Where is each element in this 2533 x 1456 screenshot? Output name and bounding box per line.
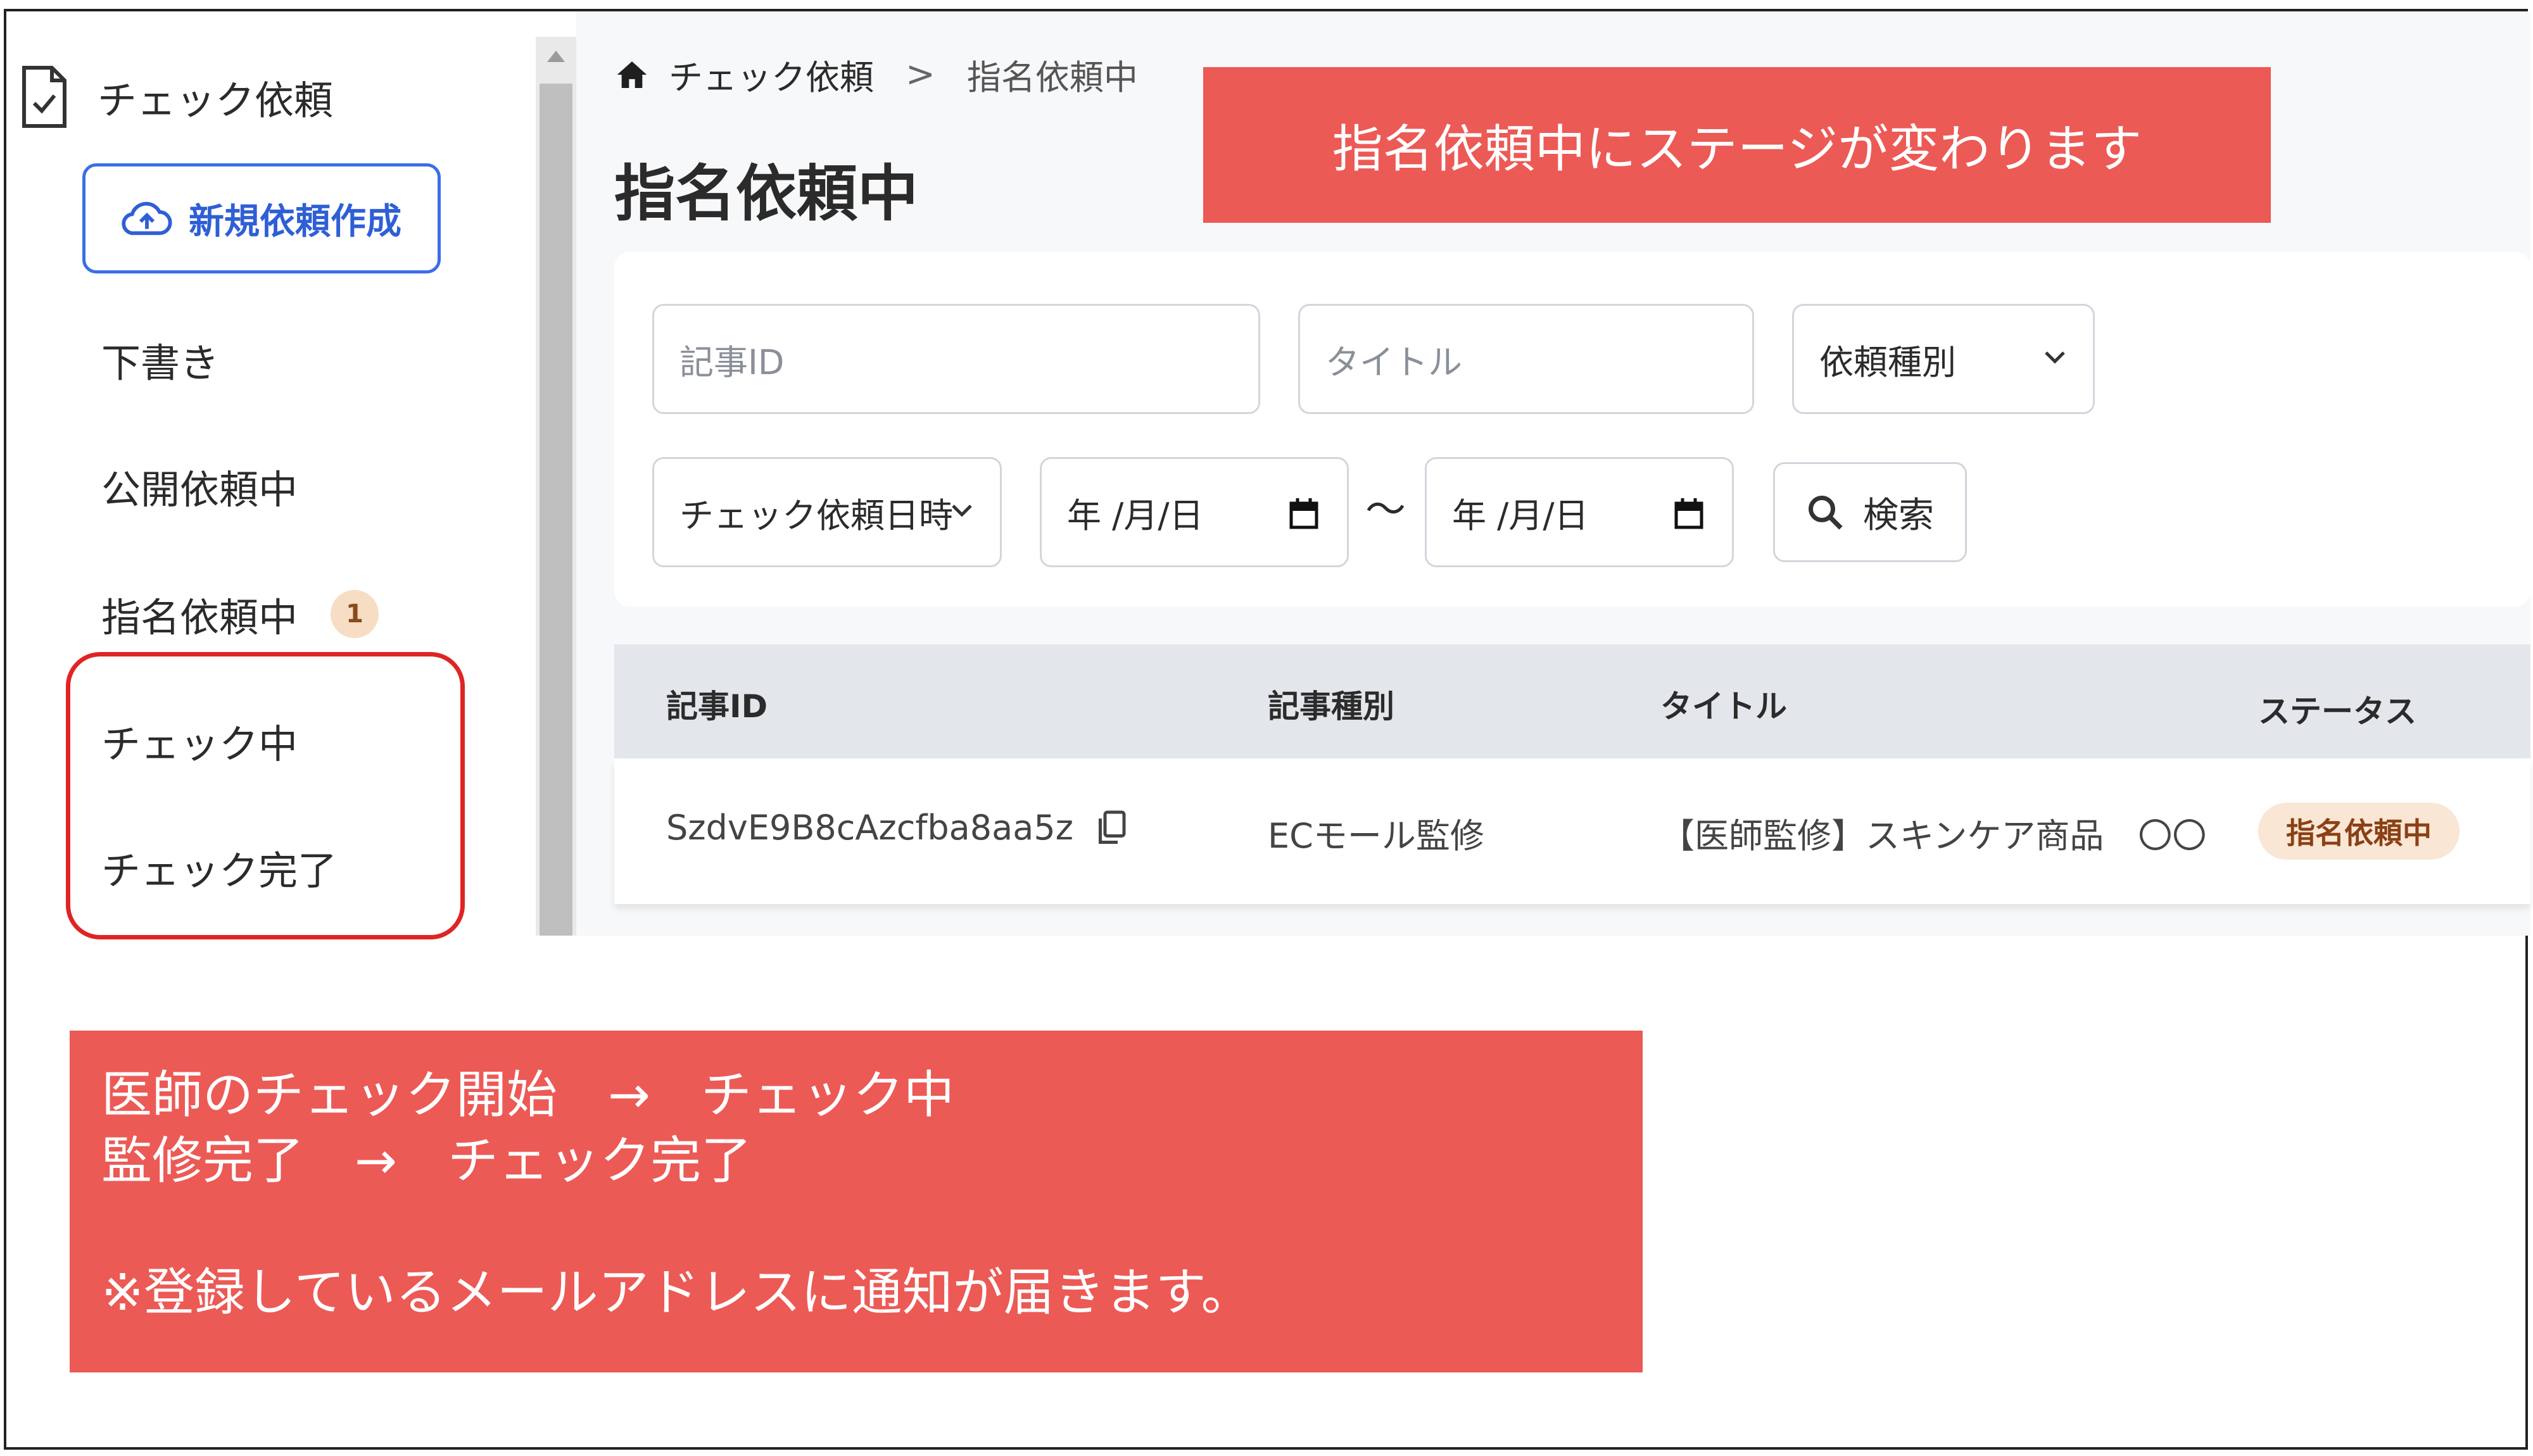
cell-article-id: SzdvE9B8cAzcfba8aa5z [666,808,1128,848]
column-header-status[interactable]: ステータス [2258,686,2416,732]
date-to-input[interactable]: 年 /月/日 [1425,457,1734,567]
sidebar-header-label: チェック依頼 [98,77,334,123]
sidebar-item-drafts[interactable]: 下書き [101,328,219,391]
breadcrumb-separator: > [906,54,935,95]
screenshot-frame: チェック依頼 新規依頼作成 下書き 公開依頼中 指名依頼中 1 チェック中 チェ… [4,9,2530,1450]
article-id-value: SzdvE9B8cAzcfba8aa5z [666,808,1074,848]
annotation-line: ※登録しているメールアドレスに通知が届きます。 [101,1263,1252,1322]
search-label: 検索 [1863,494,1934,536]
cell-title: 【医師監修】スキンケア商品 〇〇 [1660,808,2206,858]
document-check-icon [22,66,66,128]
annotation-line: 監修完了 → チェック完了 [101,1131,752,1190]
search-icon [1809,496,1843,530]
title-value: 【医師監修】スキンケア商品 〇〇 [1660,816,2207,856]
new-request-label: 新規依頼作成 [189,201,401,242]
breadcrumb: チェック依頼 > 指名依頼中 [614,49,1138,99]
cloud-upload-icon [122,201,172,235]
sidebar-header[interactable]: チェック依頼 [19,56,333,138]
sidebar-item-public-requests[interactable]: 公開依頼中 [101,455,298,518]
title-placeholder: タイトル [1325,342,1462,382]
highlight-outline [66,652,465,939]
breadcrumb-parent[interactable]: チェック依頼 [669,49,874,99]
date-type-select[interactable]: チェック依頼日時 [652,457,1002,567]
new-request-button[interactable]: 新規依頼作成 [82,163,441,273]
annotation-status-flow: 医師のチェック開始 → チェック中 監修完了 → チェック完了 ※登録しているメ… [70,1031,1643,1372]
title-input[interactable]: タイトル [1298,304,1754,414]
request-type-value: 依頼種別 [1819,342,1956,382]
column-header-article-type[interactable]: 記事種別 [1268,681,1394,727]
sidebar-item-label: 公開依頼中 [101,467,298,513]
status-badge: 指名依頼中 [2258,803,2460,860]
page-title: 指名依頼中 [614,158,918,229]
article-type-value: ECモール監修 [1268,816,1484,856]
calendar-icon[interactable] [1289,497,1319,530]
date-from-input[interactable]: 年 /月/日 [1040,457,1349,567]
chevron-down-icon [2045,351,2065,364]
calendar-icon[interactable] [1674,497,1704,530]
article-id-placeholder: 記事ID [679,342,785,382]
search-button[interactable]: 検索 [1773,462,1967,562]
breadcrumb-current: 指名依頼中 [966,58,1138,97]
column-header-article-id[interactable]: 記事ID [666,681,767,727]
table-header: 記事ID 記事種別 タイトル ステータス [614,644,2530,758]
sidebar-item-label: 下書き [101,340,220,386]
annotation-spacer [101,1194,1643,1260]
date-range-separator: 〜 [1365,487,1406,534]
sidebar-item-label: 指名依頼中 [101,594,298,641]
count-badge: 1 [331,590,379,638]
copy-icon[interactable] [1095,809,1128,847]
scrollbar-thumb[interactable] [540,84,572,936]
date-type-value: チェック依頼日時 [679,495,953,536]
column-header-title[interactable]: タイトル [1660,681,1787,727]
date-to-value: 年 /月/日 [1452,495,1589,536]
annotation-line: 医師のチェック開始 → チェック中 [101,1065,955,1124]
sidebar: チェック依頼 新規依頼作成 下書き 公開依頼中 指名依頼中 1 チェック中 チェ… [6,11,576,939]
sidebar-item-nominated-requests[interactable]: 指名依頼中 1 [101,582,379,646]
article-id-input[interactable]: 記事ID [652,304,1260,414]
scroll-up-arrow-icon[interactable] [547,51,565,62]
sidebar-scrollbar[interactable] [536,37,576,936]
filter-panel: 記事ID タイトル 依頼種別 チェック依頼日時 年 /月/日 〜 年 /月/日 … [614,252,2530,606]
date-from-value: 年 /月/日 [1067,495,1204,536]
chevron-down-icon [952,505,972,517]
request-type-select[interactable]: 依頼種別 [1792,304,2095,414]
cell-article-type: ECモール監修 [1268,808,1484,858]
table-row[interactable]: SzdvE9B8cAzcfba8aa5z ECモール監修 【医師監修】スキンケア… [614,758,2530,904]
annotation-stage-change: 指名依頼中にステージが変わります [1203,67,2271,223]
home-icon[interactable] [614,57,650,92]
